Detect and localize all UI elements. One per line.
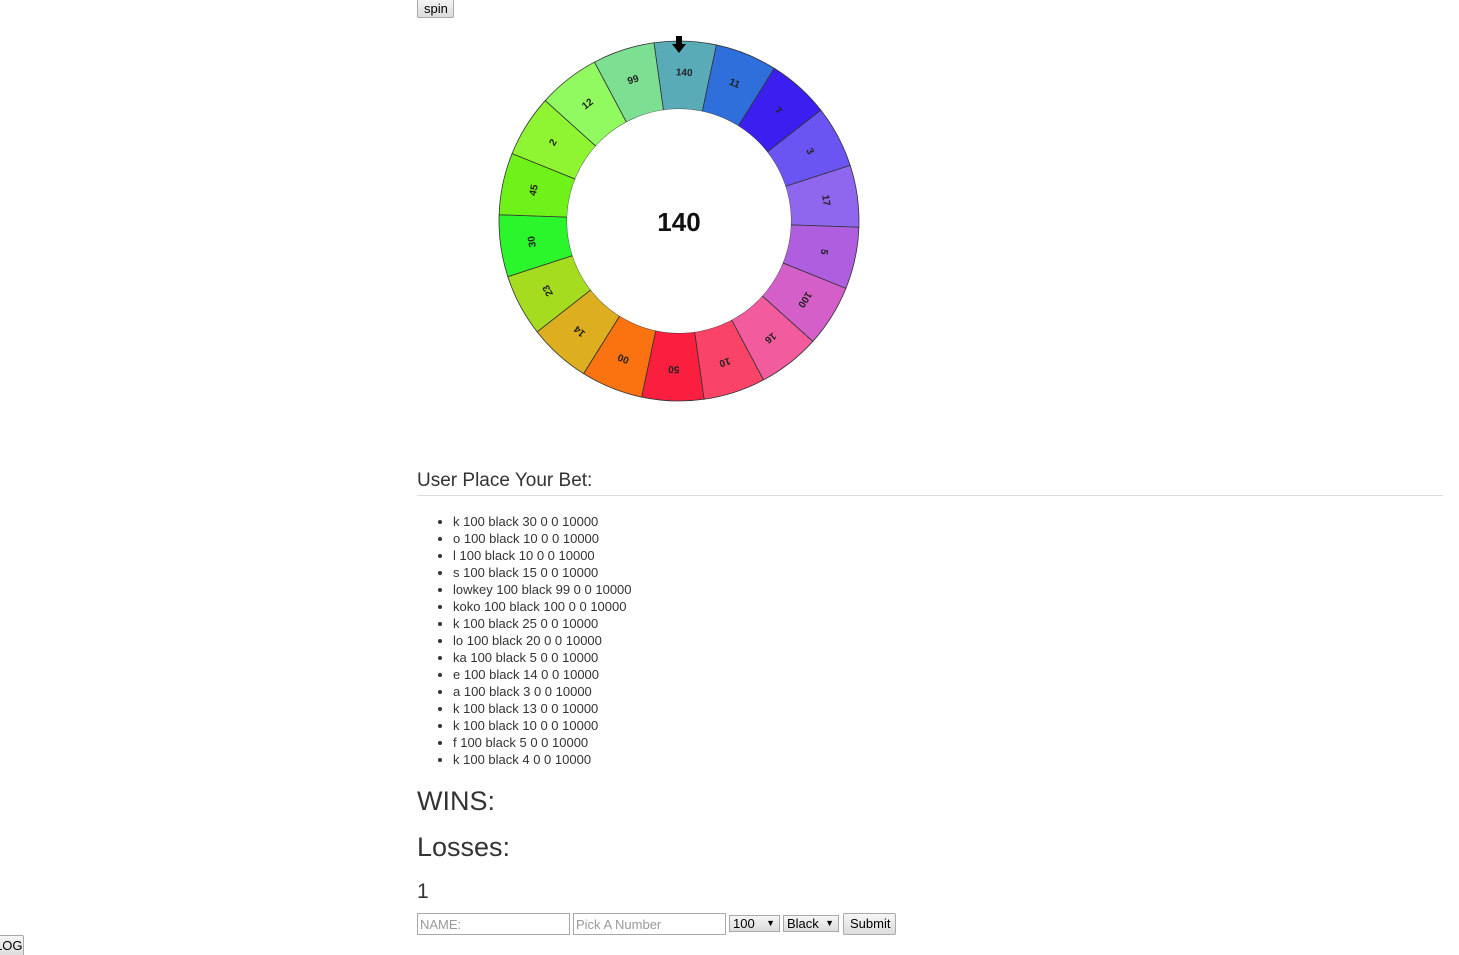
bet-list-item: k 100 black 13 0 0 10000 bbox=[453, 700, 632, 717]
bet-list-item: lo 100 black 20 0 0 10000 bbox=[453, 632, 632, 649]
result-count: 1 bbox=[417, 880, 429, 903]
wheel-segment-label: 50 bbox=[668, 363, 680, 374]
bet-amount-value: 100 bbox=[733, 916, 755, 931]
caret-down-icon: ▼ bbox=[825, 918, 834, 928]
spin-button[interactable]: spin bbox=[417, 0, 454, 18]
bet-list-item: k 100 black 30 0 0 10000 bbox=[453, 513, 632, 530]
bet-list-item: lowkey 100 black 99 0 0 10000 bbox=[453, 581, 632, 598]
wheel-result-value: 140 bbox=[657, 207, 700, 237]
login-button[interactable]: LOGIN bbox=[0, 935, 24, 955]
wheel-segment-label: 17 bbox=[819, 194, 832, 207]
bet-list-item: l 100 black 10 0 0 10000 bbox=[453, 547, 632, 564]
bet-list-item: a 100 black 3 0 0 10000 bbox=[453, 683, 632, 700]
bet-list-item: f 100 black 5 0 0 10000 bbox=[453, 734, 632, 751]
losses-heading: Losses: bbox=[417, 832, 511, 862]
wins-heading: WINS: bbox=[417, 786, 495, 816]
name-input[interactable] bbox=[417, 913, 570, 935]
wheel-segment-label: 30 bbox=[526, 235, 539, 248]
caret-down-icon: ▼ bbox=[766, 918, 775, 928]
wheel-segment-label: 140 bbox=[676, 67, 693, 79]
bets-list: k 100 black 30 0 0 10000o 100 black 10 0… bbox=[417, 513, 632, 768]
bet-list-item: k 100 black 25 0 0 10000 bbox=[453, 615, 632, 632]
bet-list-item: k 100 black 10 0 0 10000 bbox=[453, 717, 632, 734]
bet-amount-select[interactable]: 100 ▼ bbox=[729, 915, 780, 932]
bet-list-item: e 100 black 14 0 0 10000 bbox=[453, 666, 632, 683]
bet-list-item: s 100 black 15 0 0 10000 bbox=[453, 564, 632, 581]
bet-list-item: ka 100 black 5 0 0 10000 bbox=[453, 649, 632, 666]
bet-heading: User Place Your Bet: bbox=[417, 470, 1443, 496]
bet-color-value: Black bbox=[787, 916, 819, 931]
arrow-down-icon bbox=[672, 36, 686, 53]
bet-color-select[interactable]: Black ▼ bbox=[783, 915, 839, 932]
bet-list-item: o 100 black 10 0 0 10000 bbox=[453, 530, 632, 547]
submit-button[interactable]: Submit bbox=[843, 913, 896, 935]
number-input[interactable] bbox=[573, 913, 726, 935]
bet-list-item: koko 100 black 100 0 0 10000 bbox=[453, 598, 632, 615]
roulette-wheel: 1401173175100161050001423304521299 140 bbox=[498, 40, 860, 402]
bet-list-item: k 100 black 4 0 0 10000 bbox=[453, 751, 632, 768]
